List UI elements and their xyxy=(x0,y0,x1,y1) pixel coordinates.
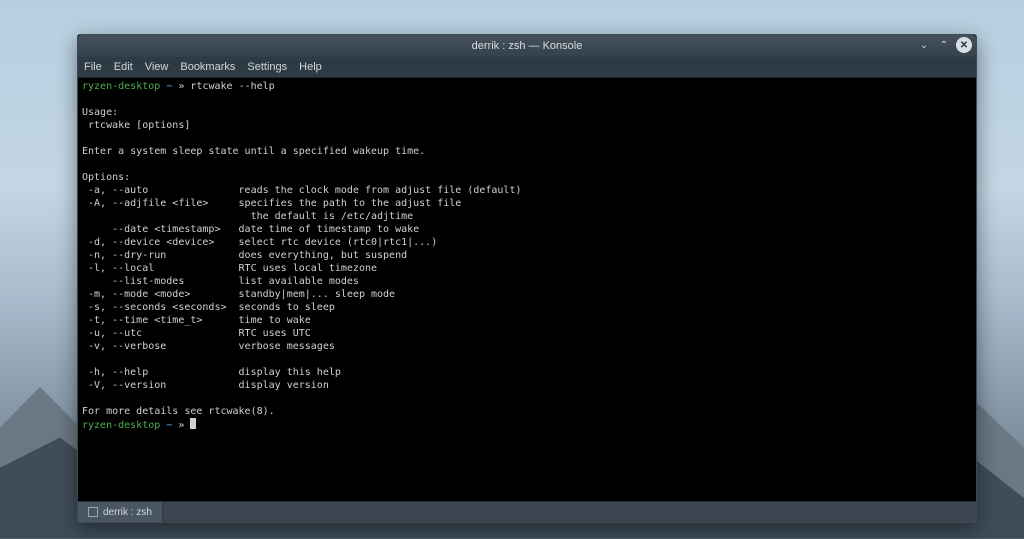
terminal-viewport[interactable]: ryzen-desktop ~ » rtcwake --help Usage: … xyxy=(78,78,976,501)
tab-label: derrik : zsh xyxy=(103,507,152,518)
tab-session[interactable]: derrik : zsh xyxy=(78,502,163,522)
menubar: File Edit View Bookmarks Settings Help xyxy=(78,57,976,78)
konsole-window: derrik : zsh — Konsole ⌄ ⌃ ✕ File Edit V… xyxy=(77,34,977,523)
menu-edit[interactable]: Edit xyxy=(114,61,133,73)
menu-settings[interactable]: Settings xyxy=(247,61,287,73)
desktop-wallpaper: derrik : zsh — Konsole ⌄ ⌃ ✕ File Edit V… xyxy=(0,0,1024,539)
terminal-icon xyxy=(88,507,98,517)
window-title: derrik : zsh — Konsole xyxy=(78,40,976,52)
menu-bookmarks[interactable]: Bookmarks xyxy=(180,61,235,73)
menu-help[interactable]: Help xyxy=(299,61,322,73)
window-controls: ⌄ ⌃ ✕ xyxy=(916,37,972,53)
tab-bar: derrik : zsh xyxy=(78,501,976,522)
window-titlebar[interactable]: derrik : zsh — Konsole ⌄ ⌃ ✕ xyxy=(78,35,976,57)
minimize-button[interactable]: ⌄ xyxy=(916,37,932,53)
menu-view[interactable]: View xyxy=(145,61,169,73)
maximize-button[interactable]: ⌃ xyxy=(936,37,952,53)
menu-file[interactable]: File xyxy=(84,61,102,73)
close-button[interactable]: ✕ xyxy=(956,37,972,53)
